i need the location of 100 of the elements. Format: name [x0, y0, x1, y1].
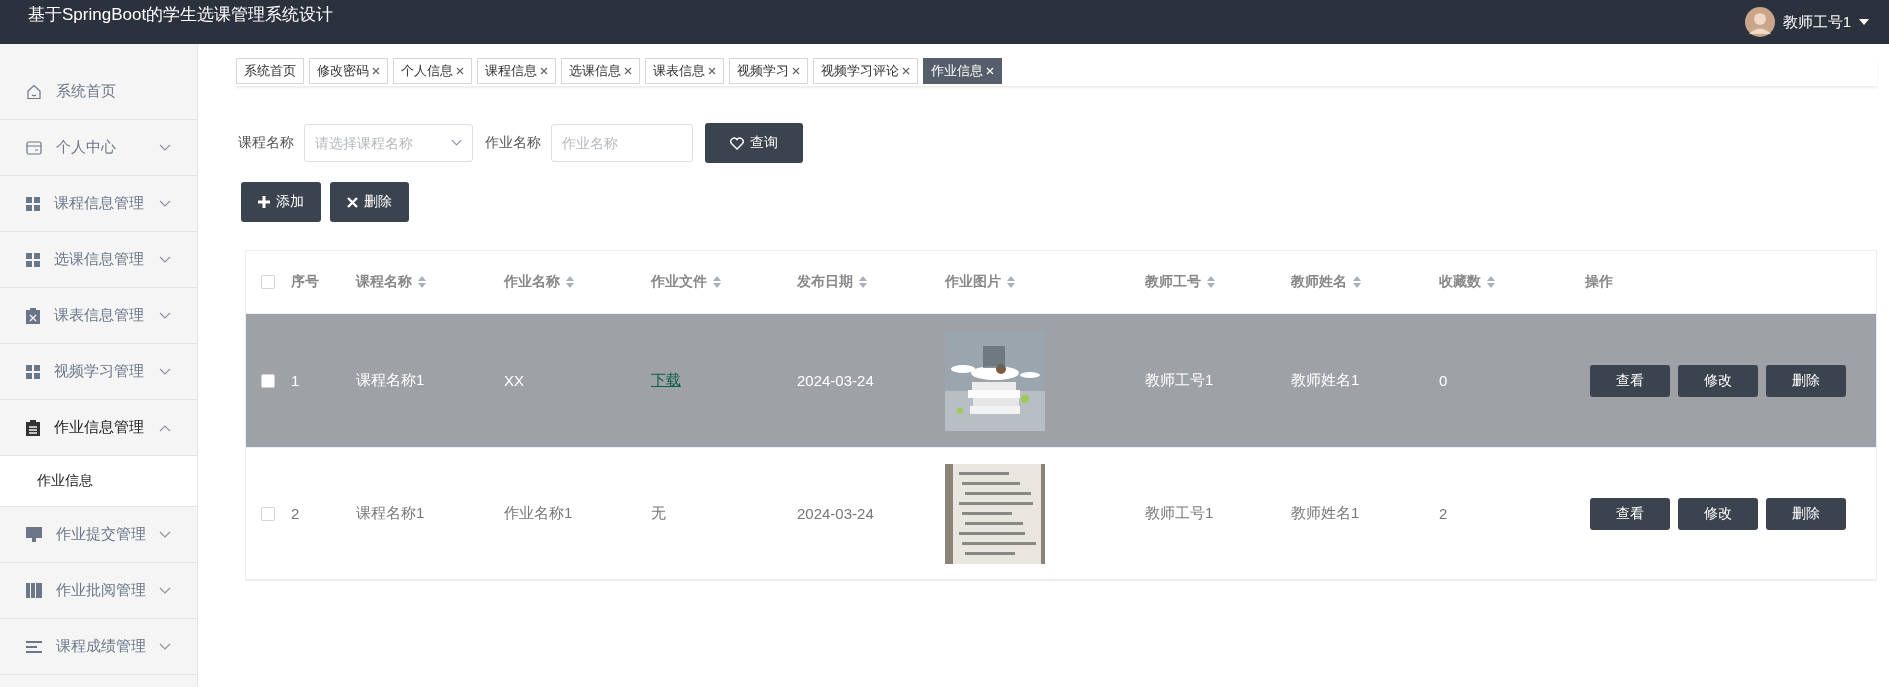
chevron-icon	[159, 586, 171, 595]
close-icon[interactable]	[708, 67, 716, 75]
close-icon	[347, 196, 358, 208]
column-header[interactable]: 作业文件	[651, 273, 797, 291]
add-button[interactable]: 添加	[241, 182, 321, 222]
grid-icon	[26, 364, 40, 379]
column-header: 序号	[291, 273, 320, 291]
clipboard-icon	[26, 307, 40, 324]
home-icon	[26, 83, 42, 100]
chevron-icon	[450, 139, 462, 147]
sidebar-item[interactable]: 视频学习管理	[0, 344, 197, 400]
field-label: 课程名称	[238, 134, 294, 152]
sidebar-item[interactable]: 个人中心	[0, 120, 197, 176]
sort-icon[interactable]	[1207, 276, 1215, 288]
submenu-item[interactable]: 作业信息	[0, 456, 197, 507]
chevron-icon	[159, 199, 171, 208]
view-button[interactable]: 查看	[1590, 364, 1670, 397]
sort-icon[interactable]	[418, 276, 426, 288]
table-cell-text: 1	[291, 372, 301, 389]
table-cell-text: 2	[291, 505, 301, 522]
sidebar-item[interactable]: 系统首页	[0, 64, 197, 120]
table-cell: 无	[651, 504, 666, 521]
sidebar-item[interactable]: 课程信息管理	[0, 176, 197, 232]
close-icon[interactable]	[540, 67, 548, 75]
sidebar-item[interactable]: 选课信息管理	[0, 232, 197, 288]
table-cell-text: 课程名称1	[356, 371, 426, 390]
select-input[interactable]: 请选择课程名称	[315, 125, 451, 161]
field-label: 作业名称	[485, 134, 541, 152]
sidebar-item[interactable]: 作业批阅管理	[0, 563, 197, 619]
sort-icon[interactable]	[859, 276, 867, 288]
sort-icon[interactable]	[713, 276, 721, 288]
sort-icon[interactable]	[1487, 276, 1495, 288]
chevron-icon	[159, 530, 171, 539]
chevron-icon	[159, 367, 171, 376]
sort-icon[interactable]	[1353, 276, 1361, 288]
clipboard-icon	[26, 419, 40, 436]
chevron-icon	[159, 143, 171, 152]
table-cell-text: 教师工号1	[1145, 504, 1215, 523]
search-button[interactable]: 查询	[705, 123, 803, 163]
column-header[interactable]: 教师工号	[1145, 273, 1291, 291]
caret-icon[interactable]	[1859, 19, 1869, 25]
table-cell-text: 教师工号1	[1145, 371, 1215, 390]
table-cell-text: 教师姓名1	[1291, 371, 1361, 390]
plus-icon	[258, 196, 270, 208]
sidebar-item[interactable]: 作业提交管理	[0, 507, 197, 563]
view-button[interactable]: 查看	[1590, 497, 1670, 530]
close-icon[interactable]	[372, 67, 380, 75]
list-icon	[26, 640, 42, 653]
close-icon[interactable]	[792, 67, 800, 75]
avatar	[1744, 7, 1775, 37]
tab[interactable]: 系统首页	[236, 58, 304, 84]
select-field[interactable]: 请选择课程名称	[304, 124, 473, 162]
table-cell-text: 作业名称1	[504, 504, 574, 523]
text-input[interactable]: 作业名称	[562, 125, 682, 161]
column-header[interactable]: 作业图片	[945, 273, 1145, 291]
tab[interactable]: 个人信息	[393, 58, 472, 84]
chevron-icon	[159, 642, 171, 651]
sidebar-item[interactable]: 课程成绩管理	[0, 619, 197, 675]
tab[interactable]: 选课信息	[561, 58, 640, 84]
close-icon[interactable]	[902, 67, 910, 75]
tab[interactable]: 视频学习	[729, 58, 808, 84]
user-name[interactable]: 教师工号1	[1782, 12, 1851, 32]
sort-icon[interactable]	[1007, 276, 1015, 288]
monitor-icon	[26, 527, 42, 542]
tab[interactable]: 修改密码	[309, 58, 388, 84]
edit-button[interactable]: 修改	[1678, 497, 1758, 530]
close-icon[interactable]	[456, 67, 464, 75]
grid-icon	[26, 252, 40, 267]
column-header: 操作	[1585, 273, 1614, 291]
delete-button[interactable]: 删除	[330, 182, 409, 222]
chevron-icon	[159, 423, 171, 432]
column-header[interactable]: 教师姓名	[1291, 273, 1439, 291]
table-cell-text: 课程名称1	[356, 504, 426, 523]
tab[interactable]: 课程信息	[477, 58, 556, 84]
column-header[interactable]: 作业名称	[504, 273, 651, 291]
tab[interactable]: 课表信息	[645, 58, 724, 84]
checkbox[interactable]	[261, 373, 275, 388]
card-icon	[26, 140, 42, 155]
table-cell-text: XX	[504, 372, 525, 389]
book-icon	[26, 583, 42, 598]
column-header[interactable]: 发布日期	[797, 273, 945, 291]
sort-icon[interactable]	[566, 276, 574, 288]
sidebar-item[interactable]: 课表信息管理	[0, 288, 197, 344]
tab[interactable]: 作业信息	[923, 58, 1002, 84]
table-cell-text: 2024-03-24	[797, 505, 875, 522]
table-cell-text: 2024-03-24	[797, 372, 875, 389]
checkbox[interactable]	[261, 275, 275, 289]
app-title: 基于SpringBoot的学生选课管理系统设计	[28, 3, 334, 26]
heart-icon	[730, 136, 744, 150]
delete-button[interactable]: 删除	[1766, 364, 1846, 397]
column-header[interactable]: 收藏数	[1439, 273, 1585, 291]
delete-button[interactable]: 删除	[1766, 497, 1846, 530]
table-row[interactable]: 1 课程名称1 XX 下载 2024-03-24 教师工号1 教师姓名1 0 查看 修改 删除	[246, 314, 1876, 448]
input-field[interactable]: 作业名称	[551, 124, 693, 162]
edit-button[interactable]: 修改	[1678, 364, 1758, 397]
tab[interactable]: 视频学习评论	[813, 58, 918, 84]
table-cell-text: 2	[1439, 505, 1449, 522]
column-header[interactable]: 课程名称	[356, 273, 504, 291]
close-icon[interactable]	[624, 67, 632, 75]
checkbox[interactable]	[261, 506, 275, 521]
